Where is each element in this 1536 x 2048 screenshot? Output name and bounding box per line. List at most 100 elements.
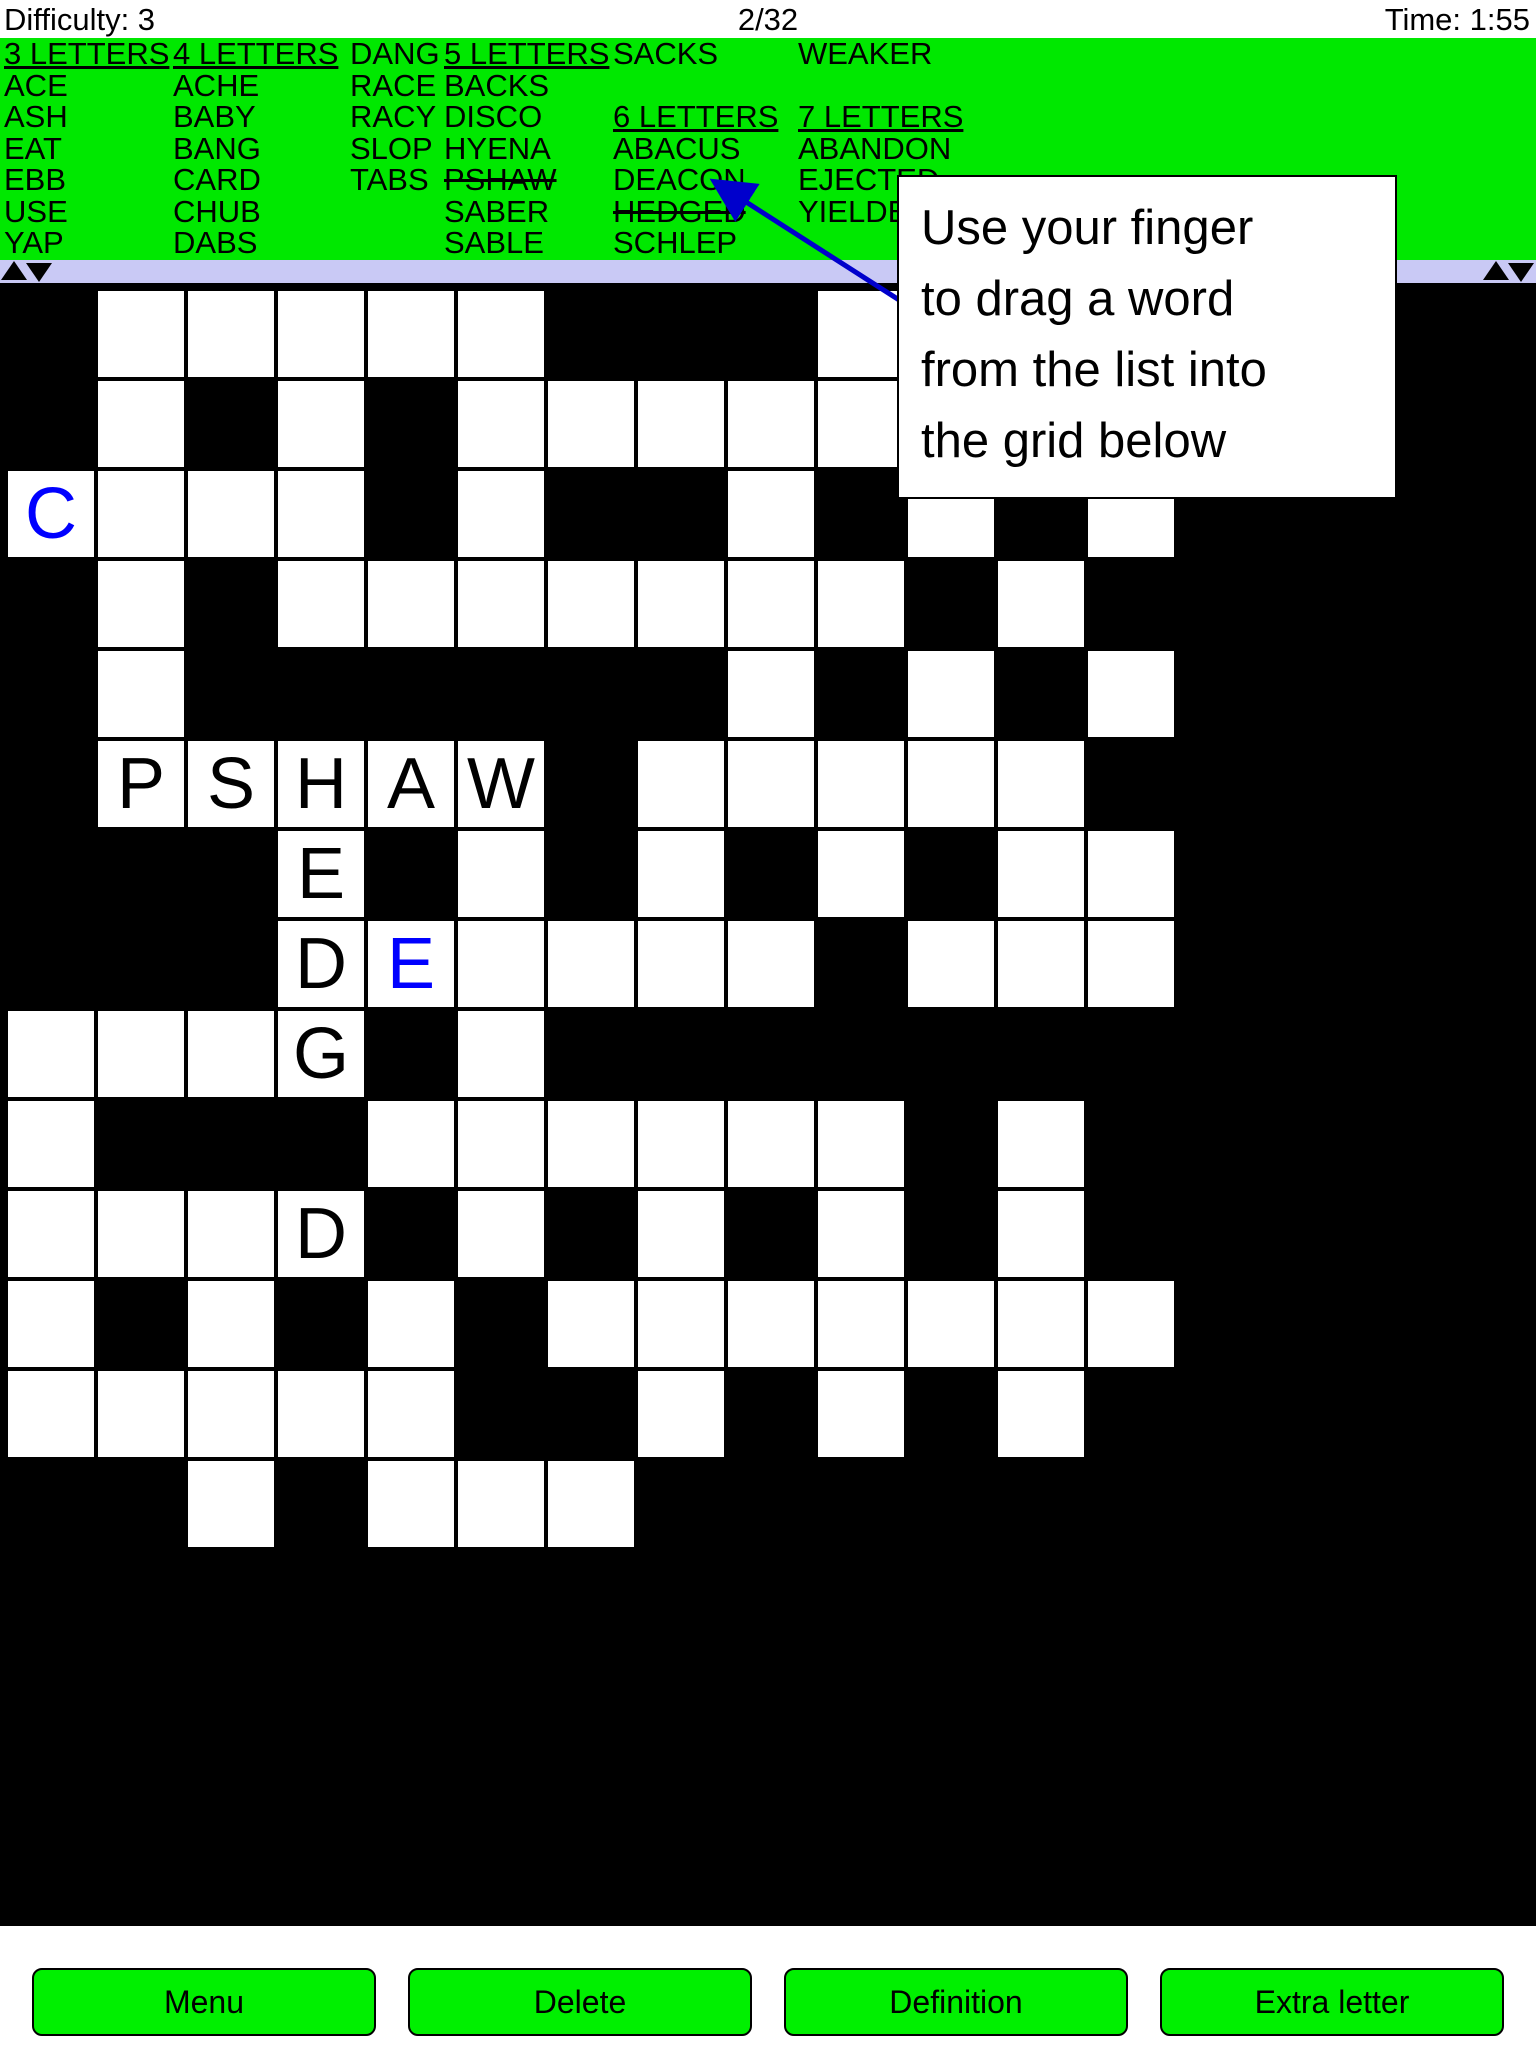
word-list-item[interactable]: SLOP [350,132,440,165]
grid-cell-open[interactable] [96,1009,186,1099]
grid-cell-open[interactable] [456,1099,546,1189]
grid-cell-open[interactable] [96,1189,186,1279]
grid-cell-open[interactable] [726,1099,816,1189]
grid-cell-open[interactable] [366,1369,456,1459]
grid-cell-open[interactable] [816,379,906,469]
grid-cell-open[interactable] [96,559,186,649]
grid-cell-open[interactable] [546,559,636,649]
grid-cell-open[interactable] [96,289,186,379]
grid-cell-open[interactable] [906,919,996,1009]
word-list-item[interactable]: ACHE [173,69,338,102]
grid-cell-open[interactable] [366,1459,456,1549]
grid-cell-open[interactable]: W [456,739,546,829]
grid-cell-open[interactable] [366,1099,456,1189]
grid-cell-open[interactable] [276,469,366,559]
grid-cell-open[interactable] [456,379,546,469]
word-list-item[interactable]: RACY [350,101,440,133]
grid-cell-open[interactable] [186,1189,276,1279]
grid-cell-open[interactable] [456,1009,546,1099]
grid-cell-open[interactable] [636,1279,726,1369]
grid-cell-open[interactable] [726,1279,816,1369]
grid-cell-open[interactable]: A [366,739,456,829]
grid-cell-open[interactable] [1086,919,1176,1009]
word-list-item[interactable]: USE [4,195,169,228]
scroll-up-left-icon[interactable] [1,261,27,280]
grid-cell-open[interactable] [996,1189,1086,1279]
word-list-item[interactable]: ASH [4,101,169,133]
grid-cell-open[interactable] [996,1099,1086,1189]
grid-cell-open[interactable] [276,289,366,379]
word-list-item[interactable]: HYENA [444,132,609,165]
grid-cell-open[interactable] [726,379,816,469]
word-list-item[interactable]: WEAKER [798,38,963,70]
word-list-item[interactable]: SABLE [444,227,609,259]
grid-cell-open[interactable] [996,559,1086,649]
extra-letter-button[interactable]: Extra letter [1160,1968,1504,2036]
grid-cell-open[interactable] [186,1279,276,1369]
grid-cell-open[interactable] [96,1369,186,1459]
word-list-item[interactable]: SABER [444,195,609,228]
grid-cell-open[interactable] [1086,829,1176,919]
grid-cell-open[interactable] [6,1279,96,1369]
grid-cell-open[interactable]: S [186,739,276,829]
word-list-item[interactable]: DANG [350,38,440,70]
grid-cell-open[interactable] [726,739,816,829]
word-list-item[interactable]: ABACUS [613,132,778,165]
word-list-item[interactable]: YAP [4,227,169,259]
grid-cell-open[interactable] [996,739,1086,829]
grid-cell-open[interactable] [456,1189,546,1279]
grid-cell-open[interactable] [276,379,366,469]
grid-cell-open[interactable] [96,649,186,739]
grid-cell-open[interactable] [456,289,546,379]
grid-cell-open[interactable] [6,1009,96,1099]
grid-cell-open[interactable] [186,1459,276,1549]
grid-cell-open[interactable] [456,469,546,559]
grid-cell-open[interactable] [366,1279,456,1369]
grid-cell-open[interactable] [816,559,906,649]
grid-cell-open[interactable] [906,1279,996,1369]
crossword-grid[interactable]: CPSHAWEDEGD [0,283,1536,1926]
grid-cell-open[interactable]: G [276,1009,366,1099]
grid-cell-open[interactable] [816,1369,906,1459]
grid-cell-open[interactable] [96,379,186,469]
word-list-item[interactable]: ABANDON [798,132,963,165]
grid-cell-open[interactable] [546,1279,636,1369]
grid-cell-open[interactable] [816,739,906,829]
word-list-item[interactable]: BACKS [444,69,609,102]
definition-button[interactable]: Definition [784,1968,1128,2036]
word-list-item[interactable]: RACE [350,69,440,102]
word-list-item[interactable]: SACKS [613,38,778,70]
grid-cell-open[interactable] [726,559,816,649]
grid-cell-open[interactable] [546,379,636,469]
grid-cell-open[interactable] [636,739,726,829]
grid-cell-open[interactable]: D [276,1189,366,1279]
grid-cell-open[interactable] [186,289,276,379]
grid-cell-open[interactable] [546,919,636,1009]
word-list-item[interactable]: EBB [4,164,169,196]
grid-cell-open[interactable] [726,919,816,1009]
word-list-item[interactable]: BABY [173,101,338,133]
grid-cell-open[interactable] [996,1279,1086,1369]
grid-cell-open[interactable] [636,829,726,919]
grid-cell-open[interactable] [996,829,1086,919]
grid-cell-open[interactable] [96,469,186,559]
word-list-item[interactable]: CHUB [173,195,338,228]
grid-cell-open[interactable]: D [276,919,366,1009]
scroll-down-right-icon[interactable] [1508,263,1534,282]
grid-cell-open[interactable] [996,1369,1086,1459]
grid-cell-open[interactable]: H [276,739,366,829]
grid-cell-open[interactable] [816,1279,906,1369]
grid-cell-open[interactable] [816,1189,906,1279]
grid-cell-open[interactable] [546,1099,636,1189]
grid-cell-open[interactable] [6,1189,96,1279]
grid-cell-open[interactable] [456,829,546,919]
word-list-item[interactable]: DISCO [444,101,609,133]
grid-cell-open[interactable]: E [366,919,456,1009]
grid-cell-open[interactable] [996,919,1086,1009]
grid-cell-open[interactable] [726,649,816,739]
grid-cell-open[interactable] [186,1009,276,1099]
grid-cell-open[interactable] [636,919,726,1009]
delete-button[interactable]: Delete [408,1968,752,2036]
grid-cell-open[interactable] [6,1099,96,1189]
grid-cell-open[interactable] [816,1099,906,1189]
